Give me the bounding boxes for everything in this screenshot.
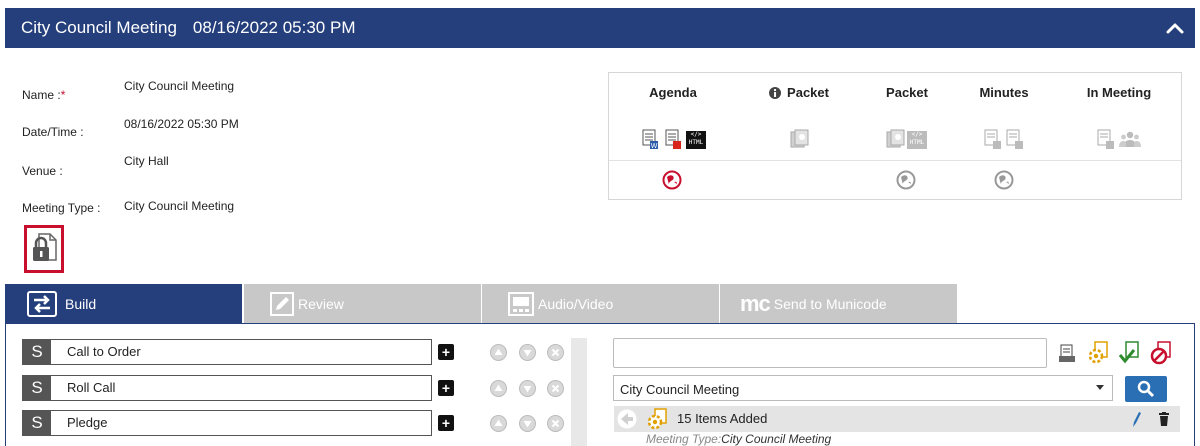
col-packet: Packet (886, 85, 928, 100)
meeting-type-select[interactable]: City Council Meeting (613, 375, 1113, 401)
tab-audio-video[interactable]: Audio/Video (482, 284, 719, 324)
datetime-value: 08/16/2022 05:30 PM (124, 117, 239, 131)
settings-doc-icon[interactable] (1087, 341, 1111, 365)
move-up-icon[interactable] (490, 380, 507, 397)
row-tools (490, 375, 570, 401)
agenda-item-label: Roll Call (67, 380, 116, 395)
move-up-icon[interactable] (490, 415, 507, 432)
row-tools (490, 339, 570, 365)
publish-grid-header: Agenda Packet Packet Minutes In Meeting (609, 85, 1181, 101)
print-doc-icon[interactable] (1058, 344, 1076, 364)
in-meeting-doc-icon[interactable] (1097, 129, 1115, 149)
publish-grid: Agenda Packet Packet Minutes In Meeting … (608, 72, 1182, 200)
globe-publish-icon[interactable] (662, 170, 682, 190)
meeting-type-label: Meeting Type : (22, 201, 101, 215)
meeting-header: City Council Meeting 08/16/2022 05:30 PM (5, 8, 1195, 48)
grid-row-divider (609, 160, 1181, 161)
search-icon (1137, 380, 1155, 398)
move-down-icon[interactable] (519, 380, 536, 397)
venue-value: City Hall (124, 154, 169, 168)
name-value: City Council Meeting (124, 79, 235, 93)
col-minutes: Minutes (979, 85, 1029, 100)
section-badge: S (23, 340, 51, 364)
lock-document-icon (33, 233, 57, 261)
col-agenda: Agenda (649, 85, 697, 100)
minutes-pdf-icon[interactable] (1006, 129, 1024, 149)
remove-item-icon[interactable] (547, 380, 564, 397)
info-icon[interactable] (769, 86, 782, 99)
trash-icon[interactable] (1157, 412, 1171, 426)
name-label: Name :* (22, 88, 66, 102)
lock-meeting-button[interactable] (24, 225, 64, 273)
tab-review-label: Review (298, 296, 344, 312)
tab-review[interactable]: Review (244, 284, 481, 324)
approve-doc-icon[interactable] (1118, 341, 1142, 365)
municode-logo: mc (740, 291, 771, 316)
agenda-scrollbar[interactable] (571, 338, 587, 446)
meta-value: City Council Meeting (721, 432, 832, 446)
move-up-icon[interactable] (490, 344, 507, 361)
agenda-item[interactable]: S Pledge + (22, 410, 454, 436)
remove-item-icon[interactable] (547, 415, 564, 432)
item-search-input[interactable] (613, 338, 1047, 368)
remove-item-icon[interactable] (547, 344, 564, 361)
build-swap-icon (27, 291, 57, 317)
required-marker: * (60, 88, 66, 102)
agenda-item[interactable]: S Roll Call + (22, 375, 454, 401)
add-item-button[interactable]: + (438, 380, 454, 396)
row-tools (490, 410, 570, 436)
agenda-item[interactable]: S Call to Order + (22, 339, 454, 365)
meeting-type-select-value: City Council Meeting (620, 382, 740, 397)
tab-build-label: Build (65, 296, 97, 312)
add-item-button[interactable]: + (438, 415, 454, 431)
meeting-title: City Council Meeting (21, 18, 177, 37)
settings-doc-icon (647, 408, 667, 430)
meeting-datetime: 08/16/2022 05:30 PM (192, 18, 356, 37)
tab-underline (5, 323, 1195, 324)
chevron-up-icon[interactable] (1165, 18, 1185, 38)
section-badge: S (23, 411, 51, 435)
top-spacer (0, 0, 1200, 8)
venue-label: Venue : (22, 164, 63, 178)
packet-globe-icon[interactable] (896, 170, 916, 190)
edit-pencil-icon (270, 292, 294, 316)
tab-audio-video-label: Audio/Video (538, 296, 614, 312)
col-in-meeting: In Meeting (1086, 85, 1152, 100)
items-added-label: 15 Items Added (677, 411, 768, 426)
users-icon[interactable] (1119, 131, 1141, 147)
meeting-type-meta: Meeting Type:City Council Meeting (646, 432, 831, 446)
minutes-word-icon[interactable] (984, 129, 1002, 149)
svg-text:W: W (651, 143, 658, 149)
datetime-label: Date/Time : (22, 125, 84, 139)
add-item-button[interactable]: + (438, 344, 454, 360)
tab-bar: Build Review Audio/Video mc Send to Muni… (5, 284, 1195, 324)
section-badge: S (23, 376, 51, 400)
back-arrow-icon[interactable] (617, 409, 637, 429)
meta-label: Meeting Type: (646, 432, 722, 446)
minutes-globe-icon[interactable] (994, 170, 1014, 190)
cancel-doc-icon[interactable] (1150, 341, 1174, 365)
pdf-doc-icon[interactable] (665, 129, 681, 149)
meeting-type-value: City Council Meeting (124, 199, 235, 213)
agenda-item-label: Pledge (67, 415, 108, 430)
tab-build[interactable]: Build (5, 284, 242, 324)
packet-pdf-icon[interactable] (885, 129, 905, 149)
media-player-icon (508, 292, 534, 316)
dropdown-arrow-icon (1096, 385, 1104, 390)
tab-send-to-municode-label: Send to Municode (773, 296, 887, 312)
packet-private-icon[interactable] (789, 129, 809, 149)
search-button[interactable] (1125, 376, 1167, 402)
move-down-icon[interactable] (519, 344, 536, 361)
edit-pencil-icon[interactable] (1130, 410, 1142, 428)
word-doc-icon[interactable]: W (642, 129, 658, 149)
items-added-row: 15 Items Added (614, 406, 1180, 432)
packet-html-icon[interactable]: </> HTML (907, 131, 927, 149)
move-down-icon[interactable] (519, 415, 536, 432)
tab-send-to-municode[interactable]: mc Send to Municode (720, 284, 957, 324)
col-packet-private: Packet (769, 85, 829, 100)
html-export-icon[interactable]: </> HTML (686, 131, 706, 149)
agenda-item-label: Call to Order (67, 344, 141, 359)
